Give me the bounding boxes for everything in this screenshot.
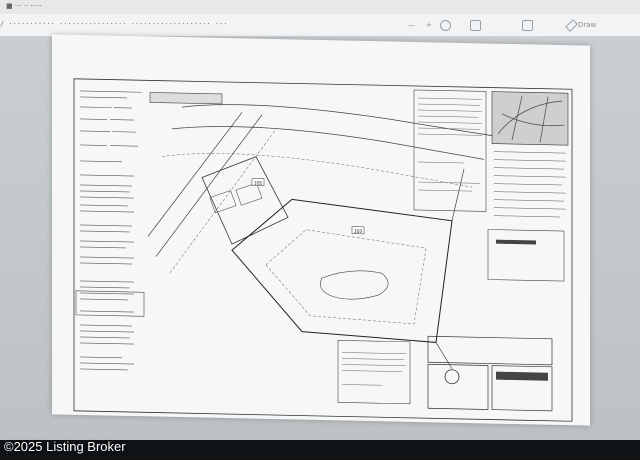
zoom-in-button[interactable]: + [426, 19, 432, 31]
monitor-screen: ■ ··· ·· ····· / ··········· ···········… [0, 0, 640, 460]
curve-data-table [149, 92, 223, 105]
road-edge-north [181, 104, 493, 136]
fit-page-button[interactable] [440, 19, 454, 31]
read-aloud-icon [522, 19, 533, 31]
adjacent-lot-outline [201, 156, 289, 245]
house-footprint [320, 270, 389, 300]
page-view-button[interactable] [470, 19, 484, 31]
graphic-scale-legend [487, 229, 565, 282]
owners-certification-box [413, 89, 487, 212]
photo-watermark: ©2025 Listing Broker [4, 439, 126, 454]
vicinity-map [491, 91, 569, 146]
street-line-3 [169, 128, 277, 273]
engineer-block [427, 363, 489, 410]
browser-title-bar: ■ ··· ·· ····· [0, 0, 640, 15]
street-line-1 [147, 112, 243, 237]
building-setback [265, 229, 427, 325]
site-plan-drawing: 105 103 [73, 78, 573, 422]
main-lot-outline [231, 198, 453, 343]
left-signature-box [75, 290, 145, 317]
fit-page-icon [440, 19, 451, 31]
draw-button[interactable]: Draw [565, 18, 597, 32]
draw-label: Draw [578, 21, 597, 29]
surveyor-certification-box [337, 340, 411, 405]
zoom-out-button[interactable]: — [408, 19, 415, 31]
page-view-icon [470, 19, 481, 31]
engineer-logo [444, 369, 460, 385]
main-lot-number: 103 [354, 229, 363, 235]
address-url[interactable]: / ··········· ················ ·········… [0, 20, 300, 28]
tab-title[interactable]: ■ ··· ·· ····· [6, 2, 42, 10]
owners-certification-text [418, 97, 482, 192]
pdf-toolbar: / ··········· ················ ·········… [0, 14, 640, 37]
graphic-scale-bar [496, 239, 536, 245]
title-block [427, 335, 553, 366]
surveyor-certification-text [342, 352, 406, 386]
street-line-2 [155, 114, 263, 257]
setback-line [161, 153, 473, 188]
notes-text [494, 151, 566, 218]
read-aloud-button[interactable] [522, 19, 536, 31]
certification-text-left [80, 90, 142, 371]
revision-block-header [496, 371, 548, 381]
adjacent-building [209, 190, 237, 214]
east-boundary-line [451, 168, 465, 221]
adjacent-lot-number: 105 [254, 181, 263, 187]
plat-drawing-sheet: 105 103 [52, 34, 590, 426]
road-edge-south [171, 126, 485, 160]
draw-icon [565, 18, 578, 32]
